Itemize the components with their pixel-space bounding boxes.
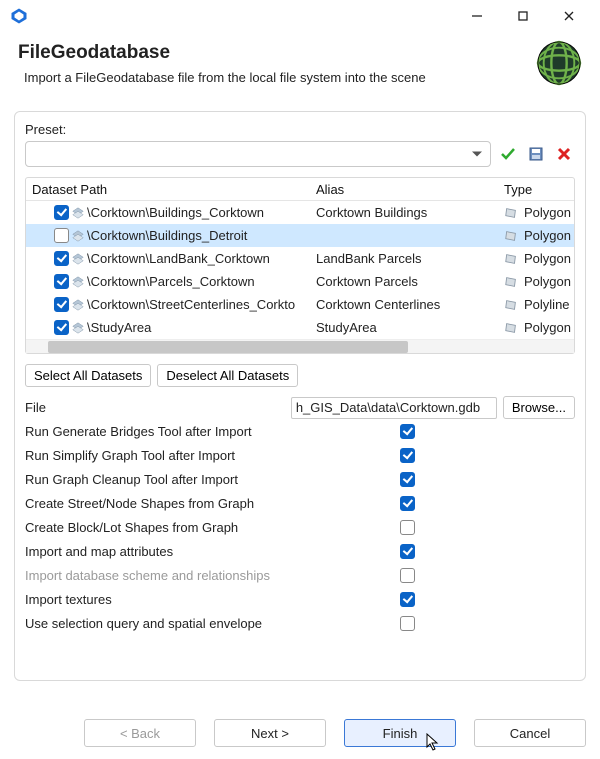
preset-label: Preset: xyxy=(25,122,575,137)
row-checkbox[interactable] xyxy=(54,297,69,312)
row-type: Polygon xyxy=(524,205,571,220)
row-checkbox[interactable] xyxy=(54,274,69,289)
preset-delete-icon[interactable] xyxy=(553,143,575,165)
row-checkbox[interactable] xyxy=(54,228,69,243)
dialog-header: FileGeodatabase Import a FileGeodatabase… xyxy=(0,32,600,97)
option-label: Create Street/Node Shapes from Graph xyxy=(25,496,254,511)
option-label: Run Graph Cleanup Tool after Import xyxy=(25,472,238,487)
option-checkbox[interactable] xyxy=(400,424,415,439)
row-checkbox[interactable] xyxy=(54,205,69,220)
table-header: Dataset Path Alias Type xyxy=(26,178,574,201)
geometry-icon xyxy=(504,206,518,220)
dialog-title: FileGeodatabase xyxy=(18,42,582,64)
col-header-alias[interactable]: Alias xyxy=(314,182,502,197)
layer-icon xyxy=(71,275,85,289)
table-row[interactable]: \Corktown\Buildings_Corktown Corktown Bui… xyxy=(26,201,574,224)
titlebar xyxy=(0,0,600,32)
globe-icon xyxy=(536,40,582,86)
geometry-icon xyxy=(504,298,518,312)
row-path: \Corktown\StreetCenterlines_Corkto xyxy=(87,297,295,312)
row-checkbox[interactable] xyxy=(54,320,69,335)
main-panel: Preset: Dataset Path Alias Type \Corktow… xyxy=(14,111,586,681)
option-checkbox[interactable] xyxy=(400,448,415,463)
minimize-button[interactable] xyxy=(454,2,500,30)
layer-icon xyxy=(71,206,85,220)
deselect-all-button[interactable]: Deselect All Datasets xyxy=(157,364,298,387)
row-type: Polygon xyxy=(524,274,571,289)
back-button[interactable]: < Back xyxy=(84,719,196,747)
option-label: Create Block/Lot Shapes from Graph xyxy=(25,520,238,535)
row-path: \Corktown\Parcels_Corktown xyxy=(87,274,255,289)
row-checkbox[interactable] xyxy=(54,251,69,266)
row-type: Polyline xyxy=(524,297,570,312)
close-button[interactable] xyxy=(546,2,592,30)
cancel-button[interactable]: Cancel xyxy=(474,719,586,747)
row-alias: LandBank Parcels xyxy=(314,251,502,266)
next-button[interactable]: Next > xyxy=(214,719,326,747)
option-label: Run Simplify Graph Tool after Import xyxy=(25,448,235,463)
option-label: Import database scheme and relationships xyxy=(25,568,270,583)
option-label: Import textures xyxy=(25,592,112,607)
layer-icon xyxy=(71,229,85,243)
row-alias: Corktown Buildings xyxy=(314,205,502,220)
preset-combo[interactable] xyxy=(25,141,491,167)
select-all-button[interactable]: Select All Datasets xyxy=(25,364,151,387)
horizontal-scrollbar[interactable] xyxy=(26,339,574,353)
layer-icon xyxy=(71,298,85,312)
table-row[interactable]: \Corktown\Parcels_Corktown Corktown Parce… xyxy=(26,270,574,293)
browse-button[interactable]: Browse... xyxy=(503,396,575,419)
row-alias: Corktown Parcels xyxy=(314,274,502,289)
app-icon xyxy=(10,7,28,25)
dialog-subtitle: Import a FileGeodatabase file from the l… xyxy=(24,70,582,85)
table-row[interactable]: \Corktown\StreetCenterlines_Corkto Corkto… xyxy=(26,293,574,316)
row-type: Polygon xyxy=(524,320,571,335)
option-label: Import and map attributes xyxy=(25,544,173,559)
option-label: Use selection query and spatial envelope xyxy=(25,616,262,631)
geometry-icon xyxy=(504,321,518,335)
geometry-icon xyxy=(504,275,518,289)
wizard-footer: < Back Next > Finish Cancel xyxy=(0,709,600,759)
col-header-type[interactable]: Type xyxy=(502,182,574,197)
geometry-icon xyxy=(504,252,518,266)
row-path: \Corktown\Buildings_Detroit xyxy=(87,228,247,243)
option-checkbox[interactable] xyxy=(400,520,415,535)
layer-icon xyxy=(71,321,85,335)
table-row[interactable]: \Corktown\Buildings_Detroit Polygon xyxy=(26,224,574,247)
option-checkbox xyxy=(400,568,415,583)
option-checkbox[interactable] xyxy=(400,544,415,559)
option-label: Run Generate Bridges Tool after Import xyxy=(25,424,252,439)
geometry-icon xyxy=(504,229,518,243)
row-type: Polygon xyxy=(524,228,571,243)
maximize-button[interactable] xyxy=(500,2,546,30)
col-header-path[interactable]: Dataset Path xyxy=(26,182,314,197)
file-label: File xyxy=(25,400,46,415)
layer-icon xyxy=(71,252,85,266)
row-path: \StudyArea xyxy=(87,320,151,335)
option-checkbox[interactable] xyxy=(400,616,415,631)
option-checkbox[interactable] xyxy=(400,496,415,511)
row-type: Polygon xyxy=(524,251,571,266)
row-alias: StudyArea xyxy=(314,320,502,335)
table-row[interactable]: \Corktown\LandBank_Corktown LandBank Parc… xyxy=(26,247,574,270)
file-path-input[interactable]: h_GIS_Data\data\Corktown.gdb xyxy=(291,397,497,419)
option-checkbox[interactable] xyxy=(400,592,415,607)
option-checkbox[interactable] xyxy=(400,472,415,487)
row-alias: Corktown Centerlines xyxy=(314,297,502,312)
preset-apply-icon[interactable] xyxy=(497,143,519,165)
cursor-icon xyxy=(426,733,440,751)
dataset-table: Dataset Path Alias Type \Corktown\Buildi… xyxy=(25,177,575,354)
preset-save-icon[interactable] xyxy=(525,143,547,165)
row-path: \Corktown\LandBank_Corktown xyxy=(87,251,270,266)
table-row[interactable]: \StudyArea StudyArea Polygon xyxy=(26,316,574,339)
row-path: \Corktown\Buildings_Corktown xyxy=(87,205,264,220)
